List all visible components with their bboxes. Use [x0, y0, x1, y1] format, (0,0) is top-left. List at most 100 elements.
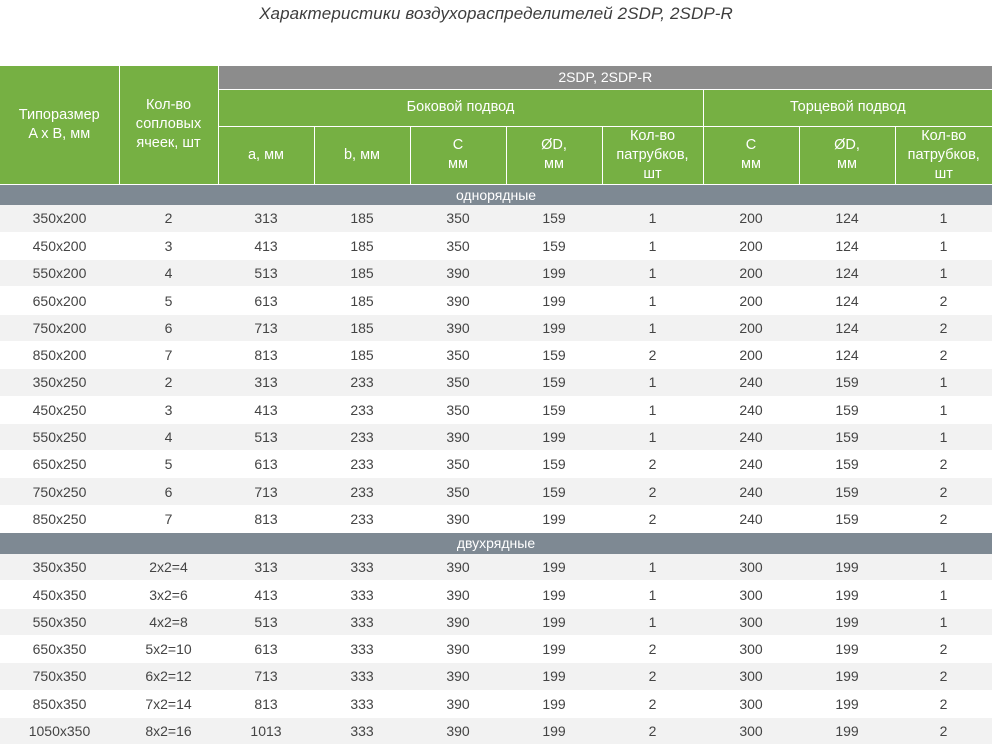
table-cell: 350x200	[0, 205, 119, 233]
table-cell: 1	[895, 608, 992, 636]
table-cell: 390	[410, 635, 506, 664]
table-cell: 450x350	[0, 580, 119, 609]
section-label: однорядные	[0, 184, 992, 205]
table-cell: 713	[218, 477, 314, 506]
table-cell: 2	[895, 450, 992, 479]
table-cell: 2	[895, 477, 992, 506]
table-cell: 200	[703, 286, 799, 315]
table-cell: 1050x350	[0, 717, 119, 746]
table-row: 750x250 6 713 233 350 159 2 240 159 2	[0, 477, 992, 506]
table-cell: 550x200	[0, 259, 119, 288]
table-cell: 1	[895, 368, 992, 397]
table-cell: 750x350	[0, 662, 119, 691]
table-cell: 350	[410, 450, 506, 479]
section-row: однорядные	[0, 184, 992, 205]
table-cell: 613	[218, 635, 314, 664]
table-row: 1050x350 8x2=16 1013 333 390 199 2 300 199 2	[0, 717, 992, 746]
table-cell: 199	[799, 690, 895, 718]
table-cell: 159	[506, 232, 602, 261]
table-cell: 7	[119, 505, 218, 534]
header-size: Типоразмер A x B, мм	[0, 66, 120, 185]
table-cell: 613	[218, 450, 314, 479]
header-pipes-end: Кол-во патрубков, шт	[895, 126, 992, 185]
table-row: 450x350 3x2=6 413 333 390 199 1 300 199 1	[0, 580, 992, 609]
table-cell: 185	[314, 232, 410, 261]
table-cell: 350	[410, 396, 506, 424]
table-cell: 240	[703, 477, 799, 506]
table-cell: 159	[799, 423, 895, 452]
table-cell: 233	[314, 423, 410, 452]
table-cell: 513	[218, 423, 314, 452]
table-cell: 5x2=10	[119, 635, 218, 664]
table-cell: 333	[314, 635, 410, 664]
table-cell: 1	[602, 423, 703, 452]
table-cell: 199	[799, 553, 895, 582]
table-row: 850x250 7 813 233 390 199 2 240 159 2	[0, 505, 992, 534]
table-cell: 2	[895, 505, 992, 534]
table-cell: 350x250	[0, 368, 119, 397]
table-cell: 300	[703, 580, 799, 609]
table-cell: 1	[895, 580, 992, 609]
table-cell: 199	[506, 423, 602, 452]
table-cell: 713	[218, 314, 314, 342]
table-row: 750x200 6 713 185 390 199 1 200 124 2	[0, 314, 992, 342]
table-cell: 159	[506, 341, 602, 370]
table-cell: 199	[799, 608, 895, 636]
table-cell: 199	[799, 580, 895, 609]
header-b: b, мм	[314, 126, 411, 185]
table-cell: 333	[314, 717, 410, 746]
table-cell: 200	[703, 205, 799, 233]
header-c: Cмм	[410, 126, 507, 185]
table-cell: 199	[506, 505, 602, 534]
table-cell: 199	[799, 717, 895, 746]
table-cell: 1	[602, 580, 703, 609]
table-cell: 2	[895, 690, 992, 718]
table-cell: 333	[314, 662, 410, 691]
table-cell: 2	[602, 477, 703, 506]
table-row: 750x350 6x2=12 713 333 390 199 2 300 199 2	[0, 662, 992, 691]
table-row: 450x200 3 413 185 350 159 1 200 124 1	[0, 232, 992, 261]
table-cell: 4	[119, 259, 218, 288]
table-row: 850x350 7x2=14 813 333 390 199 2 300 199 2	[0, 690, 992, 718]
table-cell: 390	[410, 580, 506, 609]
table-cell: 390	[410, 662, 506, 691]
table-cell: 159	[799, 396, 895, 424]
table-cell: 199	[506, 635, 602, 664]
table-cell: 185	[314, 286, 410, 315]
table-cell: 2	[119, 205, 218, 233]
header-end-supply: Торцевой подвод	[703, 89, 992, 127]
table-cell: 350x350	[0, 553, 119, 582]
table-cell: 390	[410, 553, 506, 582]
table-cell: 2	[602, 662, 703, 691]
section-label: двухрядные	[0, 532, 992, 554]
table-cell: 124	[799, 205, 895, 233]
table-cell: 1	[895, 423, 992, 452]
table-cell: 240	[703, 368, 799, 397]
table-cell: 2	[895, 314, 992, 342]
table-cell: 7x2=14	[119, 690, 218, 718]
table-cell: 350	[410, 341, 506, 370]
table-cell: 124	[799, 314, 895, 342]
table-cell: 3	[119, 396, 218, 424]
table-cell: 159	[799, 368, 895, 397]
table-cell: 2	[602, 635, 703, 664]
table-cell: 199	[506, 717, 602, 746]
table-cell: 124	[799, 232, 895, 261]
table-row: 550x200 4 513 185 390 199 1 200 124 1	[0, 259, 992, 288]
table-cell: 350	[410, 368, 506, 397]
table-cell: 1013	[218, 717, 314, 746]
header-side-supply: Боковой подвод	[218, 89, 704, 127]
table-cell: 2x2=4	[119, 553, 218, 582]
table-cell: 550x350	[0, 608, 119, 636]
header-a: a, мм	[218, 126, 315, 185]
table-cell: 300	[703, 553, 799, 582]
table-cell: 650x250	[0, 450, 119, 479]
table-cell: 240	[703, 396, 799, 424]
table-cell: 390	[410, 690, 506, 718]
header-cells: Кол-во сопловых ячеек, шт	[119, 66, 219, 185]
table-cell: 199	[506, 553, 602, 582]
table-cell: 1	[602, 286, 703, 315]
table-cell: 550x250	[0, 423, 119, 452]
table-row: 450x250 3 413 233 350 159 1 240 159 1	[0, 396, 992, 424]
table-cell: 199	[506, 608, 602, 636]
